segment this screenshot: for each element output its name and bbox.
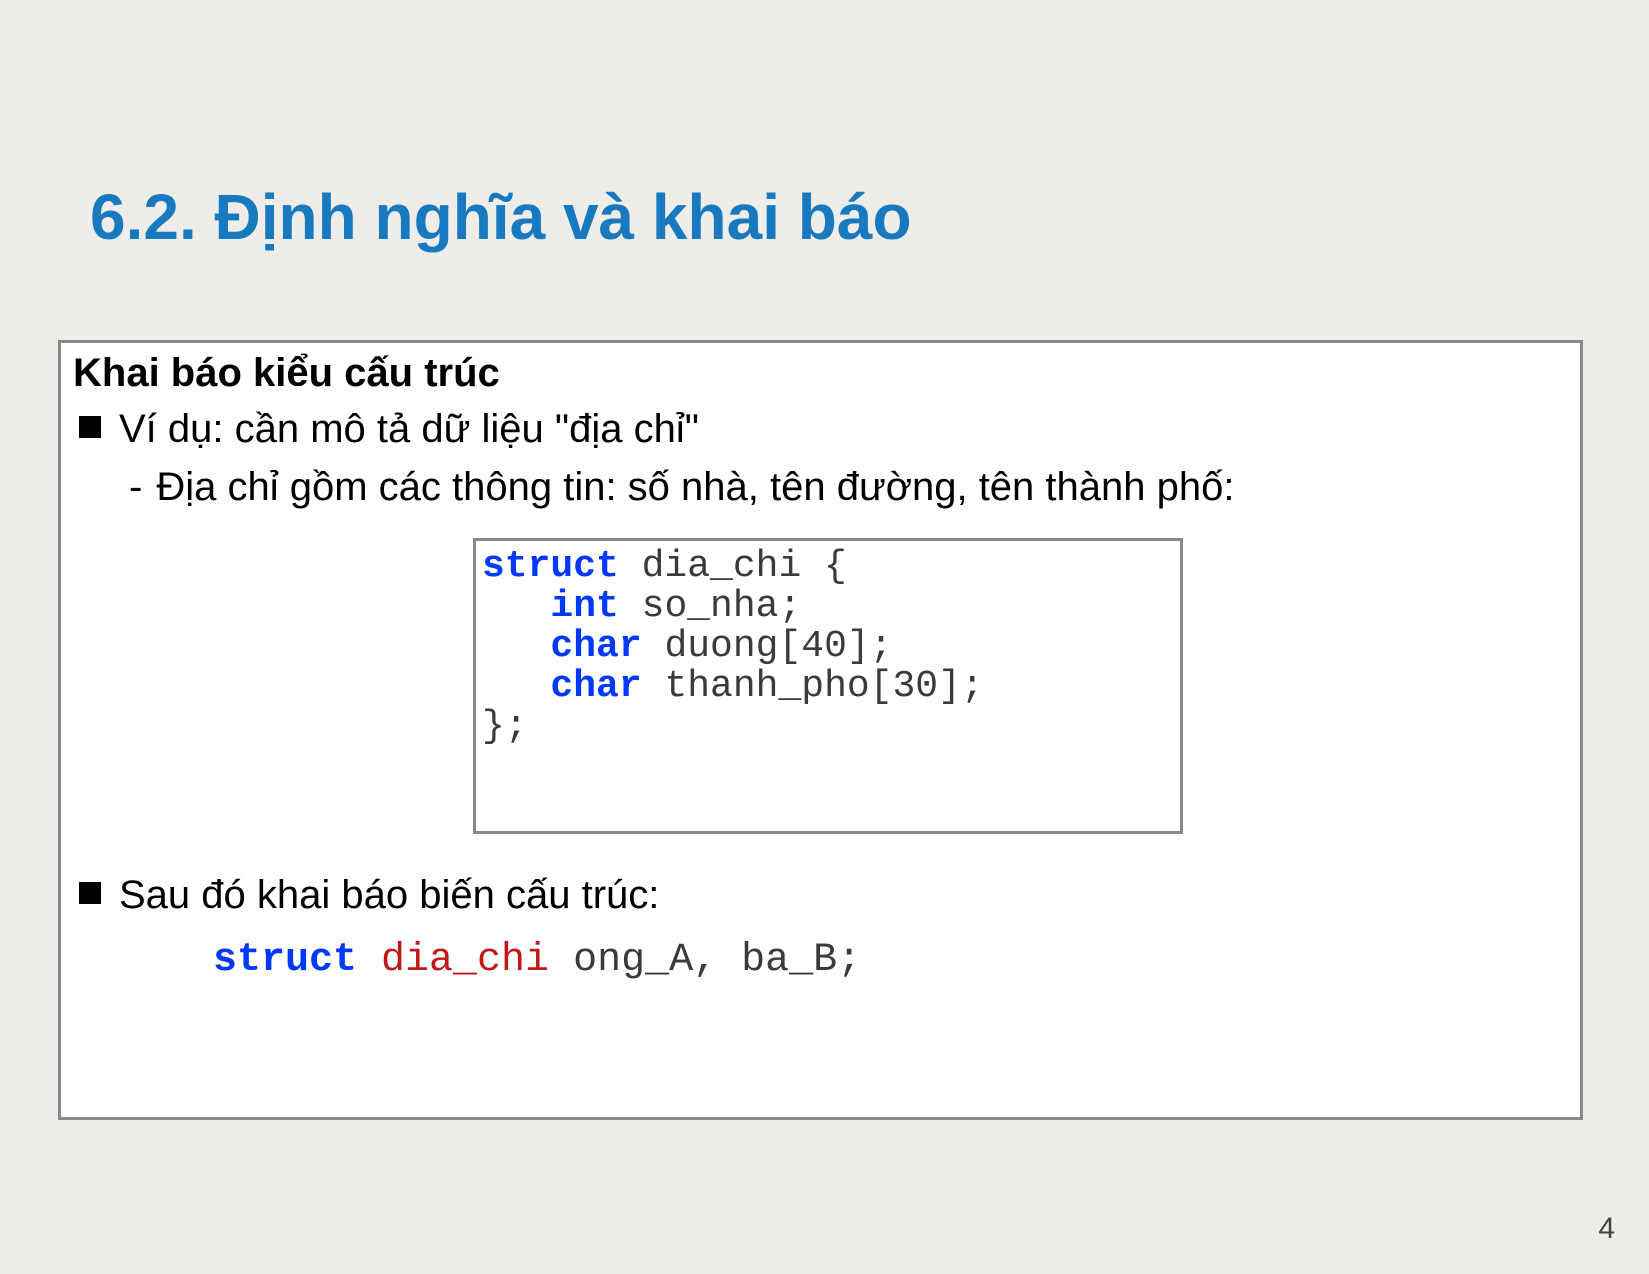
slide-title: 6.2. Định nghĩa và khai báo xyxy=(90,180,912,254)
code-indent xyxy=(482,585,550,628)
code-indent xyxy=(482,625,550,668)
bullet-example-text: Ví dụ: cần mô tả dữ liệu "địa chỉ" xyxy=(119,402,699,456)
slide: 6.2. Định nghĩa và khai báo Khai báo kiể… xyxy=(0,0,1649,1274)
code-text: duong[40]; xyxy=(642,625,893,668)
bullet-declare-vars: Sau đó khai báo biến cấu trúc: xyxy=(73,868,1568,922)
keyword-char: char xyxy=(550,665,641,708)
bullet-address-fields-text: Địa chỉ gồm các thông tin: số nhà, tên đ… xyxy=(156,460,1234,514)
bullet-example: Ví dụ: cần mô tả dữ liệu "địa chỉ" xyxy=(73,402,1568,456)
code-text: so_nha; xyxy=(619,585,801,628)
keyword-int: int xyxy=(550,585,618,628)
keyword-struct: struct xyxy=(213,938,357,983)
keyword-struct: struct xyxy=(482,545,619,588)
code-text: thanh_pho[30]; xyxy=(642,665,984,708)
decl-rest: ong_A, ba_B; xyxy=(549,938,861,983)
dash-bullet-icon: - xyxy=(129,460,142,514)
code-indent xyxy=(482,665,550,708)
code-text: dia_chi { xyxy=(619,545,847,588)
keyword-char: char xyxy=(550,625,641,668)
code-text: }; xyxy=(482,705,528,748)
code-var-declaration: struct dia_chi ong_A, ba_B; xyxy=(213,938,1568,983)
content-box: Khai báo kiểu cấu trúc Ví dụ: cần mô tả … xyxy=(58,340,1583,1120)
code-struct-definition: struct dia_chi { int so_nha; char duong[… xyxy=(473,538,1183,834)
square-bullet-icon xyxy=(79,882,101,904)
type-name: dia_chi xyxy=(357,938,549,983)
page-number: 4 xyxy=(1598,1212,1615,1246)
section-header: Khai báo kiểu cấu trúc xyxy=(73,351,1568,396)
square-bullet-icon xyxy=(79,416,101,438)
bullet-declare-vars-text: Sau đó khai báo biến cấu trúc: xyxy=(119,868,659,922)
bullet-address-fields: - Địa chỉ gồm các thông tin: số nhà, tên… xyxy=(129,460,1568,514)
